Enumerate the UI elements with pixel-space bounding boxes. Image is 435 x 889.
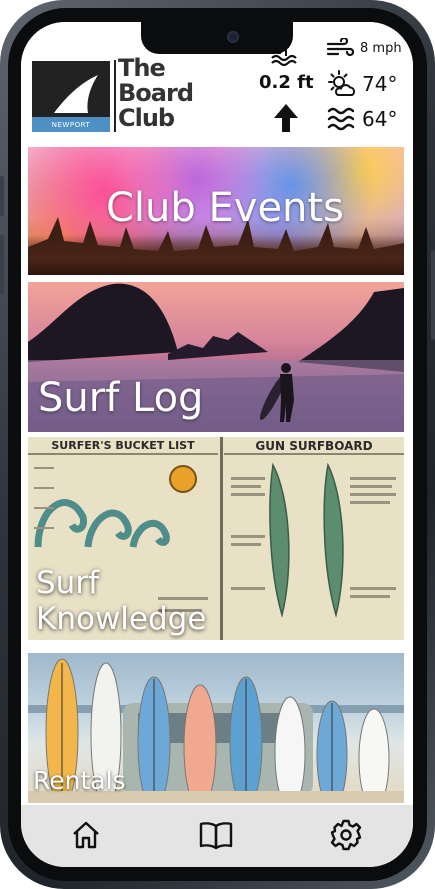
tile-rentals[interactable]: Rentals	[28, 653, 404, 803]
air-temp-value: 74°	[362, 72, 398, 96]
app-screen: NEWPORT The Board Club 0.2 ft 8 mph 74° …	[21, 22, 413, 867]
poster-right-title: GUN SURFBOARD	[255, 439, 373, 453]
logo-badge: NEWPORT	[51, 121, 91, 129]
tile-club-events[interactable]: Club Events	[28, 147, 404, 275]
water-temp-value: 64°	[362, 107, 398, 131]
phone-frame: NEWPORT The Board Club 0.2 ft 8 mph 74° …	[0, 0, 435, 889]
crowd-shadow	[28, 235, 404, 275]
side-button	[431, 250, 435, 340]
logo-wordmark[interactable]: The Board Club	[118, 56, 218, 131]
logo-line: Club	[118, 104, 175, 132]
wind-reading: 8 mph	[326, 38, 402, 58]
sun-cloud-icon	[328, 70, 356, 96]
logo-line: The	[118, 54, 166, 82]
gear-icon	[330, 819, 362, 851]
logo-divider	[114, 60, 116, 132]
tile-label: Surf Log	[38, 375, 204, 421]
logo-line: Board	[118, 79, 194, 107]
bottom-nav	[21, 805, 413, 867]
nav-home[interactable]	[66, 815, 106, 855]
tile-label: Surf Knowledge	[36, 565, 207, 637]
camera	[227, 31, 239, 43]
wind-icon	[326, 38, 354, 57]
tile-surf-log[interactable]: Surf Log	[28, 282, 404, 432]
side-button	[0, 235, 4, 295]
book-icon	[199, 822, 233, 850]
arrow-up-icon	[274, 104, 298, 132]
nav-knowledge[interactable]	[196, 815, 236, 855]
notch	[141, 22, 293, 54]
nav-settings[interactable]	[326, 815, 366, 855]
waves-icon	[327, 107, 355, 131]
poster-left-title: SURFER'S BUCKET LIST	[51, 439, 195, 452]
tile-label: Club Events	[106, 185, 344, 231]
side-button	[0, 176, 4, 216]
tide-value: 0.2 ft	[259, 72, 314, 93]
wind-value: 8 mph	[360, 40, 402, 56]
tile-surf-knowledge[interactable]: SURFER'S BUCKET LIST GUN SURFBOARD Surf …	[28, 437, 404, 640]
air-temp-reading: 74°	[326, 70, 397, 98]
logo-mark[interactable]: NEWPORT	[32, 61, 110, 132]
tile-label: Rentals	[33, 766, 126, 795]
water-temp-reading: 64°	[326, 105, 397, 133]
home-icon	[73, 821, 99, 849]
